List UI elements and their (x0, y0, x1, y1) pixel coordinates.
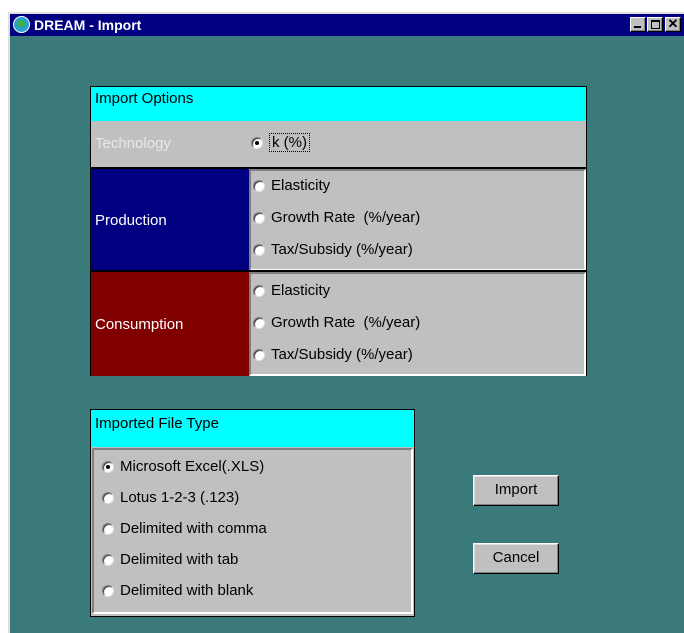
globe-icon (13, 16, 30, 33)
file-type-options: Microsoft Excel(.XLS) Lotus 1-2-3 (.123)… (92, 448, 413, 614)
option-label: Tax/Subsidy (%/year) (271, 241, 413, 258)
option-label: Delimited with comma (120, 520, 267, 537)
title-bar[interactable]: DREAM - Import ✕ (10, 14, 684, 36)
technology-k-option[interactable]: k (%) (251, 133, 310, 152)
option-label: Growth Rate (%/year) (271, 209, 421, 226)
radio-button-icon[interactable] (253, 211, 265, 224)
option-label: Elasticity (271, 282, 331, 299)
import-dialog: DREAM - Import ✕ Import Options Technolo… (8, 12, 684, 633)
radio-button-icon[interactable] (253, 179, 265, 192)
window-title: DREAM - Import (34, 17, 142, 33)
radio-button-icon[interactable] (102, 460, 114, 473)
maximize-icon[interactable] (647, 17, 663, 32)
radio-button-icon[interactable] (253, 284, 265, 297)
production-elasticity-option[interactable]: Elasticity (253, 177, 330, 194)
option-label: Tax/Subsidy (%/year) (271, 346, 413, 363)
production-row: Production Elasticity Growth Rate (%/yea… (90, 167, 587, 271)
consumption-tax-subsidy-option[interactable]: Tax/Subsidy (%/year) (253, 346, 413, 363)
radio-button-icon[interactable] (102, 553, 114, 566)
radio-button-icon[interactable] (251, 136, 263, 149)
radio-button-icon[interactable] (102, 584, 114, 597)
k-percent-label: k (%) (269, 133, 310, 152)
close-icon[interactable]: ✕ (665, 16, 681, 32)
file-type-header: Imported File Type (90, 409, 415, 448)
technology-label: Technology (95, 135, 171, 152)
consumption-elasticity-option[interactable]: Elasticity (253, 282, 330, 299)
minimize-icon[interactable] (630, 17, 646, 32)
file-type-lotus-option[interactable]: Lotus 1-2-3 (.123) (102, 489, 239, 506)
consumption-growth-rate-option[interactable]: Growth Rate (%/year) (253, 314, 420, 331)
option-label: Growth Rate (%/year) (271, 314, 421, 331)
option-label: Microsoft Excel(.XLS) (120, 458, 265, 475)
radio-button-icon[interactable] (253, 316, 265, 329)
production-tax-subsidy-option[interactable]: Tax/Subsidy (%/year) (253, 241, 413, 258)
import-options-header: Import Options (90, 86, 587, 122)
production-growth-rate-option[interactable]: Growth Rate (%/year) (253, 209, 420, 226)
production-options: Elasticity Growth Rate (%/year) Tax/Subs… (249, 169, 586, 271)
file-type-group: Microsoft Excel(.XLS) Lotus 1-2-3 (.123)… (90, 447, 415, 617)
file-type-comma-option[interactable]: Delimited with comma (102, 520, 267, 537)
option-label: Elasticity (271, 177, 331, 194)
consumption-options: Elasticity Growth Rate (%/year) Tax/Subs… (249, 272, 586, 376)
import-button[interactable]: Import (473, 475, 559, 506)
file-type-excel-option[interactable]: Microsoft Excel(.XLS) (102, 458, 264, 475)
option-label: Delimited with tab (120, 551, 239, 568)
option-label: Lotus 1-2-3 (.123) (120, 489, 240, 506)
file-type-blank-option[interactable]: Delimited with blank (102, 582, 253, 599)
radio-button-icon[interactable] (253, 243, 265, 256)
consumption-label: Consumption (91, 272, 249, 376)
cancel-button[interactable]: Cancel (473, 543, 559, 574)
dialog-body: Import Options Technology k (%) Producti… (10, 36, 684, 633)
consumption-row: Consumption Elasticity Growth Rate (%/ye… (90, 270, 587, 376)
radio-button-icon[interactable] (102, 522, 114, 535)
production-label: Production (91, 169, 249, 271)
radio-button-icon[interactable] (253, 348, 265, 361)
radio-button-icon[interactable] (102, 491, 114, 504)
technology-row: Technology k (%) (90, 121, 587, 168)
option-label: Delimited with blank (120, 582, 254, 599)
file-type-tab-option[interactable]: Delimited with tab (102, 551, 238, 568)
